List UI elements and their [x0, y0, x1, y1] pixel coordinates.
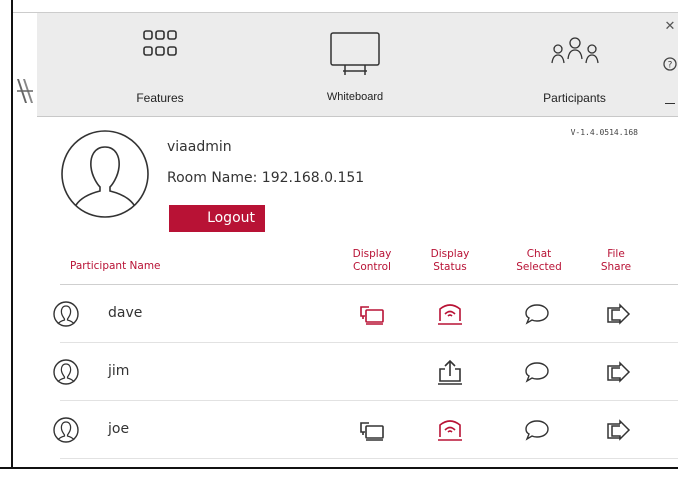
table-row[interactable]: dave [53, 285, 678, 343]
header-file-share: File Share [600, 248, 632, 273]
svg-text:?: ? [668, 61, 673, 71]
table-row[interactable]: joe [53, 401, 678, 459]
features-label: Features [136, 91, 184, 105]
chat-icon[interactable] [522, 299, 552, 329]
room-name: Room Name: 192.168.0.151 [167, 170, 365, 186]
help-icon[interactable]: ? [662, 57, 678, 74]
sidebar [13, 13, 37, 467]
header-display-status: Display Status [430, 248, 470, 273]
header-participant-name: Participant Name [70, 260, 161, 272]
file-share-icon[interactable] [602, 299, 632, 329]
participant-name: jim [108, 363, 130, 379]
display-status-presenting-icon[interactable] [435, 415, 465, 445]
whiteboard-button[interactable]: Whiteboard [290, 13, 420, 117]
display-control-active-icon[interactable] [357, 299, 387, 329]
participant-avatar-icon [53, 359, 79, 385]
participants-label: Participants [543, 91, 606, 105]
header-display-control: Display Control [352, 248, 392, 273]
table-header: Participant Name Display Control Display… [60, 238, 678, 285]
display-control-icon[interactable] [357, 415, 387, 445]
version-label: V-1.4.0514.168 [570, 128, 638, 137]
logout-button[interactable]: Logout [169, 205, 265, 232]
chat-icon[interactable] [522, 415, 552, 445]
participants-icon [550, 37, 599, 64]
chat-icon[interactable] [522, 357, 552, 387]
grid-icon [143, 30, 177, 56]
window-top-edge [13, 0, 678, 13]
whiteboard-icon [330, 32, 380, 75]
display-share-icon[interactable] [435, 357, 465, 387]
participants-button[interactable]: Participants [507, 13, 642, 117]
participant-avatar-icon [53, 417, 79, 443]
user-avatar-icon [61, 130, 149, 218]
window-left-edge [0, 0, 13, 480]
main-content: viaadmin Room Name: 192.168.0.151 V-1.4.… [37, 118, 678, 468]
app-window: Features Whiteboard Participants ✕ ? via… [0, 0, 678, 480]
display-status-presenting-icon[interactable] [435, 299, 465, 329]
username: viaadmin [167, 139, 232, 155]
close-icon[interactable]: ✕ [662, 19, 678, 34]
participant-name: joe [108, 421, 130, 437]
file-share-icon[interactable] [602, 357, 632, 387]
window-bottom-edge [0, 467, 678, 480]
minimize-icon[interactable] [665, 103, 675, 104]
participant-name: dave [108, 305, 143, 321]
file-share-icon[interactable] [602, 415, 632, 445]
features-button[interactable]: Features [95, 13, 225, 117]
table-row[interactable]: jim [53, 343, 678, 401]
participant-avatar-icon [53, 301, 79, 327]
top-toolbar: Features Whiteboard Participants ✕ ? [37, 13, 678, 117]
header-chat-selected: Chat Selected [516, 248, 562, 273]
whiteboard-label: Whiteboard [326, 91, 384, 103]
participants-table: Participant Name Display Control Display… [53, 238, 678, 459]
via-logo-icon [17, 79, 33, 103]
